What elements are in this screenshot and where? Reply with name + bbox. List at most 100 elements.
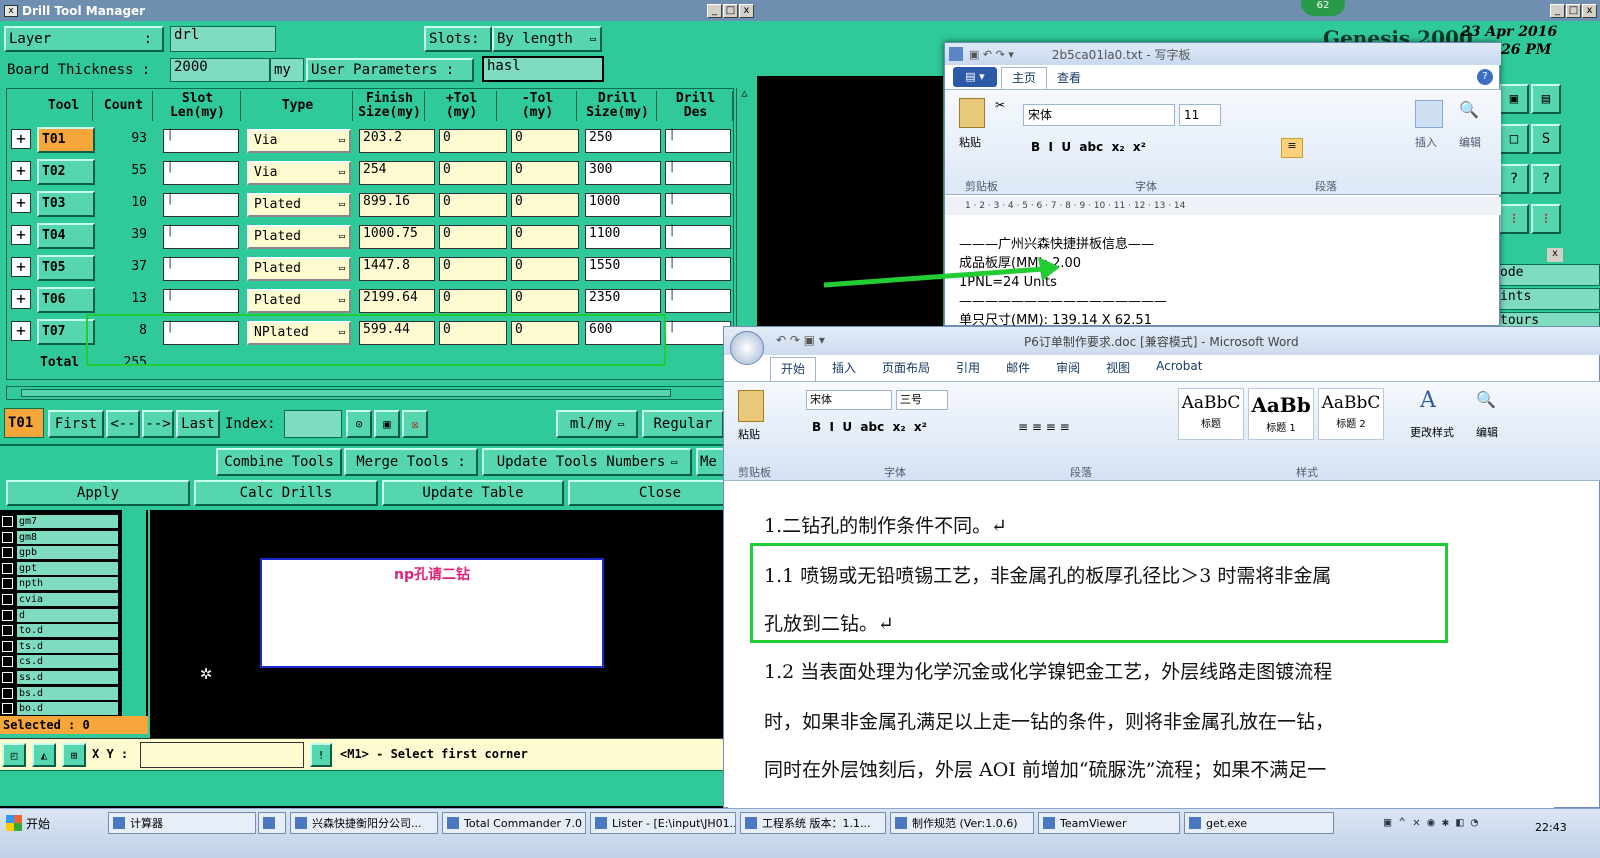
slot-len-input[interactable]: │ <box>163 161 239 185</box>
wordpad-tab-view[interactable]: 查看 <box>1057 69 1081 86</box>
layer-checkbox[interactable] <box>2 594 13 605</box>
tool-id[interactable]: T02 <box>37 159 95 185</box>
drill-title-bar[interactable]: x Drill Tool Manager _ □ x <box>0 0 757 21</box>
regular-button[interactable]: Regular <box>642 410 724 438</box>
layer-checkbox[interactable] <box>2 625 13 637</box>
office-button[interactable] <box>730 331 764 365</box>
plus-tol-input[interactable]: 0 <box>439 257 507 281</box>
expand-row-icon[interactable]: + <box>11 257 31 277</box>
taskbar-item[interactable]: 计算器 <box>108 812 256 834</box>
word-align-icons[interactable]: ≡ ≡ ≡ ≡ <box>1018 420 1070 434</box>
expand-row-icon[interactable]: + <box>11 161 31 181</box>
drill-size-input[interactable]: 1550 <box>585 257 661 281</box>
quick-access-icons[interactable]: ↶ ↷ ▣ ▾ <box>776 333 825 347</box>
cut-icon[interactable]: ✂ <box>995 98 1005 112</box>
insert-icon[interactable] <box>1415 100 1443 128</box>
layer-row[interactable]: ss.d <box>2 670 118 685</box>
plus-tol-input[interactable]: 0 <box>439 193 507 217</box>
me-button[interactable]: Me <box>696 448 726 476</box>
layer-checkbox[interactable] <box>2 562 13 574</box>
update-tools-numbers-dropdown[interactable]: Update Tools Numbers ▭ <box>482 448 692 476</box>
genesis-title-bar[interactable]: _ □ x <box>757 0 1600 21</box>
finish-size-input[interactable]: 1000.75 <box>359 225 435 249</box>
taskbar-item[interactable]: get.exe <box>1184 812 1334 834</box>
layer-checkbox[interactable] <box>2 609 13 621</box>
style-item[interactable]: AaBb 标题 1 <box>1248 388 1314 440</box>
finish-size-input[interactable]: 254 <box>359 161 435 185</box>
layer-checkbox[interactable] <box>2 687 13 699</box>
last-button[interactable]: Last <box>176 410 220 438</box>
expand-row-icon[interactable]: + <box>11 193 31 213</box>
finish-size-input[interactable]: 1447.8 <box>359 257 435 281</box>
slot-len-input[interactable]: │ <box>163 289 239 313</box>
word-size-select[interactable]: 三号 <box>896 390 948 410</box>
change-styles-label[interactable]: 更改样式 <box>1410 424 1454 440</box>
tool-id[interactable]: T03 <box>37 191 95 217</box>
expand-row-icon[interactable]: + <box>11 225 31 245</box>
expand-row-icon[interactable]: + <box>11 289 31 309</box>
layer-row[interactable]: bs.d <box>2 686 118 701</box>
side-item[interactable]: ints <box>1497 288 1600 310</box>
combine-tools-button[interactable]: Combine Tools <box>216 448 342 476</box>
start-button[interactable]: 开始 <box>2 812 98 834</box>
close-window-button[interactable]: x <box>1582 3 1597 18</box>
layer-checkbox[interactable] <box>2 703 13 715</box>
drill-size-input[interactable]: 300 <box>585 161 661 185</box>
maximize-button[interactable]: □ <box>1566 3 1581 18</box>
side-panel-close[interactable]: x <box>1547 248 1563 262</box>
slot-len-input[interactable]: │ <box>163 225 239 249</box>
word-tab-review[interactable]: 审阅 <box>1046 357 1090 381</box>
word-font-select[interactable]: 宋体 <box>806 390 892 410</box>
plus-tol-input[interactable]: 0 <box>439 161 507 185</box>
size-select[interactable]: 11 <box>1179 104 1221 126</box>
slot-len-input[interactable]: │ <box>163 257 239 281</box>
calc-drills-button[interactable]: Calc Drills <box>194 480 378 506</box>
layer-checkbox[interactable] <box>2 578 13 590</box>
taskbar-item[interactable]: 工程系统 版本：1.1... <box>740 812 886 834</box>
units-dropdown[interactable]: ml/my ▭ <box>556 410 638 438</box>
layer-input[interactable]: drl <box>170 26 276 52</box>
tool-icon-4[interactable]: S <box>1531 124 1561 154</box>
tool-icon-1[interactable]: ▣ <box>1499 84 1529 114</box>
clock[interactable]: 22:43 <box>1535 821 1567 834</box>
layer-checkbox[interactable] <box>2 656 13 668</box>
side-item[interactable]: ode <box>1497 264 1600 286</box>
minus-tol-input[interactable]: 0 <box>511 225 579 249</box>
word-edit-label[interactable]: 编辑 <box>1476 424 1498 440</box>
taskbar-item[interactable] <box>258 812 286 834</box>
tool-id[interactable]: T05 <box>37 255 95 281</box>
edit-icon[interactable]: 🔍 <box>1459 100 1487 128</box>
font-select[interactable]: 宋体 <box>1023 104 1175 126</box>
taskbar-item[interactable]: 兴森快捷衡阳分公司... <box>290 812 438 834</box>
thickness-input[interactable]: 2000 <box>170 58 270 82</box>
expand-row-icon[interactable]: + <box>11 321 31 341</box>
apply-button[interactable]: Apply <box>6 480 190 506</box>
layer-row[interactable]: ts.d <box>2 639 118 654</box>
traffic-light-icon-2[interactable]: ⁝ <box>1531 204 1561 234</box>
word-tab-acrobat[interactable]: Acrobat <box>1146 357 1212 381</box>
word-tab-mailings[interactable]: 邮件 <box>996 357 1040 381</box>
word-document[interactable]: 1.二钻孔的制作条件不同。↵ 1.1 喷锡或无铅喷锡工艺，非金属孔的板厚孔径比＞… <box>728 485 1554 809</box>
wordpad-menu-button[interactable]: ▤ ▾ <box>953 67 997 87</box>
next-button[interactable]: --> <box>142 410 174 438</box>
bold-icon[interactable]: B I U abc x₂ x² <box>1031 140 1146 154</box>
word-format-icons[interactable]: B I U abc x₂ x² <box>812 420 927 434</box>
drill-des-input[interactable]: │ <box>665 193 731 217</box>
drill-des-input[interactable]: │ <box>665 129 731 153</box>
layer-row[interactable]: to.d <box>2 623 118 638</box>
grid-tool-icon[interactable]: ⊞ <box>62 743 86 767</box>
index-search-icon[interactable]: ⊙ <box>346 410 372 438</box>
finish-size-input[interactable]: 2199.64 <box>359 289 435 313</box>
close-window-button[interactable]: x <box>739 3 754 18</box>
drill-size-input[interactable]: 2350 <box>585 289 661 313</box>
save-icon[interactable]: ▣ ↶ ↷ ▾ <box>969 48 1014 61</box>
layer-checkbox[interactable] <box>2 672 13 683</box>
minus-tol-input[interactable]: 0 <box>511 129 579 153</box>
layer-row[interactable]: gm7 <box>2 514 118 529</box>
type-dropdown[interactable]: Plated ▭ <box>247 193 351 217</box>
word-tab-insert[interactable]: 插入 <box>822 357 866 381</box>
tool-icon-2[interactable]: ▤ <box>1531 84 1561 114</box>
align-left-icon[interactable]: ≡ <box>1281 138 1303 158</box>
drill-des-input[interactable]: │ <box>665 161 731 185</box>
merge-tools-button[interactable]: Merge Tools : <box>344 448 478 476</box>
